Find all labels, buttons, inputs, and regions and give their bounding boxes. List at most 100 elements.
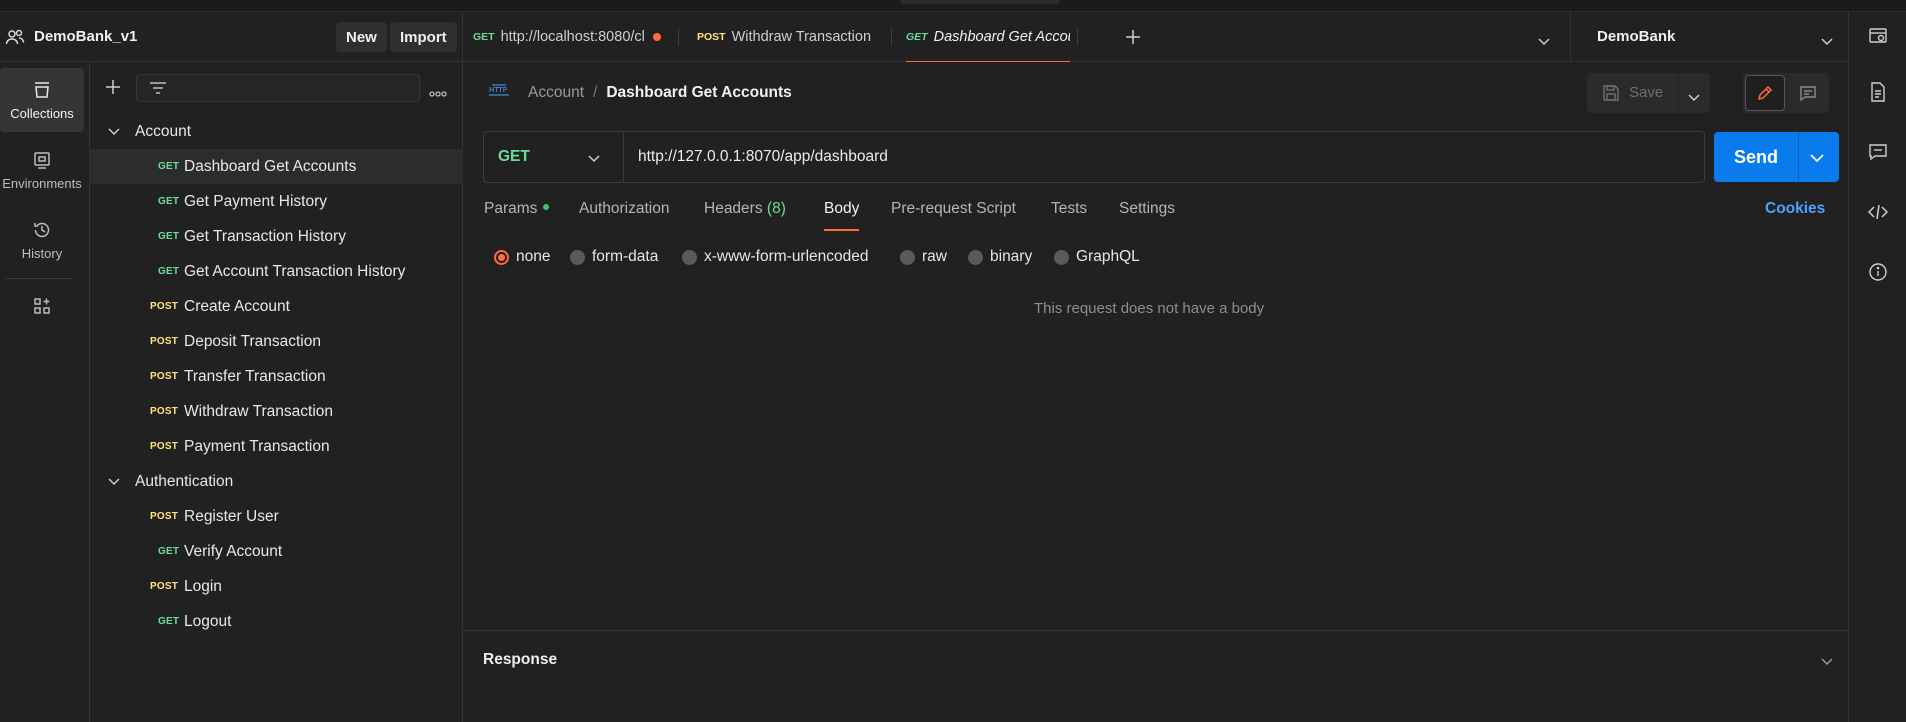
request-label: Get Payment History [184, 192, 327, 210]
add-collection-icon[interactable] [104, 78, 122, 100]
breadcrumb-parent[interactable]: Account [528, 84, 584, 102]
radio [570, 249, 585, 265]
tab-settings[interactable]: Settings [1119, 200, 1175, 224]
rail-configure[interactable] [0, 284, 84, 334]
response-title[interactable]: Response [483, 651, 557, 669]
url-input[interactable]: http://127.0.0.1:8070/app/dashboard [638, 132, 888, 182]
tab-body[interactable]: Body [824, 200, 860, 231]
method-badge: GET [906, 31, 928, 43]
team-icon [4, 26, 26, 48]
environment-quick-look-icon[interactable] [1866, 24, 1890, 48]
tabs-overflow-chevron-icon[interactable] [1538, 33, 1550, 50]
method-badge: POST [150, 371, 179, 382]
folder-authentication[interactable]: Authentication [90, 464, 463, 499]
response-panel: Response [463, 630, 1848, 722]
request-item[interactable]: POST Withdraw Transaction [90, 394, 463, 429]
request-item[interactable]: POST Login [90, 569, 463, 604]
method-select[interactable]: GET [498, 132, 530, 182]
method-badge: POST [150, 406, 179, 417]
save-icon [1602, 84, 1620, 106]
environment-selector[interactable]: DemoBank [1570, 12, 1848, 62]
save-options-chevron-icon[interactable] [1688, 89, 1700, 106]
request-title[interactable]: Dashboard Get Accounts [606, 84, 791, 102]
request-item[interactable]: POST Deposit Transaction [90, 324, 463, 359]
method-badge: GET [158, 616, 180, 627]
window-top-strip [0, 0, 1906, 12]
request-tabs: GET http://localhost:8080/cl POST Withdr… [463, 12, 1570, 62]
edit-mode-button[interactable] [1745, 75, 1785, 111]
body-type-urlencoded[interactable]: x-www-form-urlencoded [682, 246, 869, 268]
send-options-chevron-icon[interactable] [1810, 150, 1824, 167]
info-icon[interactable] [1866, 260, 1890, 284]
history-icon [34, 222, 50, 237]
request-item[interactable]: POST Transfer Transaction [90, 359, 463, 394]
tab-localhost[interactable]: GET http://localhost:8080/cl [473, 12, 661, 62]
request-item[interactable]: GET Get Transaction History [90, 219, 463, 254]
url-bar: GET http://127.0.0.1:8070/app/dashboard [483, 131, 1705, 183]
body-type-form-data[interactable]: form-data [570, 246, 658, 268]
tab-authorization[interactable]: Authorization [579, 200, 669, 224]
cookies-link[interactable]: Cookies [1765, 200, 1825, 218]
request-item[interactable]: GET Dashboard Get Accounts [90, 149, 463, 184]
tab-label: Dashboard Get Accounts [933, 29, 1070, 45]
chevron-down-icon[interactable] [588, 150, 600, 167]
comment-mode-button[interactable] [1789, 75, 1827, 111]
request-item[interactable]: POST Payment Transaction [90, 429, 463, 464]
save-button[interactable]: Save [1629, 84, 1663, 101]
body-type-binary[interactable]: binary [968, 246, 1032, 268]
rail-collections[interactable]: Collections [0, 68, 84, 132]
chevron-down-icon[interactable] [1821, 653, 1833, 670]
method-badge: POST [150, 301, 179, 312]
request-item[interactable]: POST Register User [90, 499, 463, 534]
breadcrumb: HTTP Account / Dashboard Get Accounts [488, 80, 792, 106]
tab-headers[interactable]: Headers (8) [704, 200, 786, 224]
import-button[interactable]: Import [390, 22, 457, 52]
search-collections-input[interactable] [136, 74, 420, 102]
rail-history[interactable]: History [0, 208, 84, 272]
request-item[interactable]: GET Get Payment History [90, 184, 463, 219]
tab-dashboard-get-accounts[interactable]: GET Dashboard Get Accounts [906, 12, 1070, 62]
code-snippet-icon[interactable] [1866, 200, 1890, 224]
apps-grid-icon [34, 298, 50, 314]
tab-tests[interactable]: Tests [1051, 200, 1087, 224]
request-label: Verify Account [184, 542, 283, 560]
request-label: Login [184, 577, 222, 595]
request-item[interactable]: POST Create Account [90, 289, 463, 324]
new-button[interactable]: New [336, 22, 387, 52]
method-badge: GET [158, 231, 180, 242]
folder-account[interactable]: Account [90, 114, 463, 149]
method-badge: GET [158, 266, 180, 277]
request-label: Logout [184, 612, 232, 630]
method-badge: POST [150, 581, 179, 592]
tab-prerequest-script[interactable]: Pre-request Script [891, 200, 1016, 224]
folder-label: Authentication [135, 472, 234, 490]
request-label: Dashboard Get Accounts [184, 157, 357, 175]
more-options-icon[interactable] [429, 84, 447, 101]
request-label: Get Account Transaction History [184, 262, 406, 280]
tab-params[interactable]: Params [484, 200, 550, 224]
tab-withdraw-transaction[interactable]: POST Withdraw Transaction [697, 12, 871, 62]
request-item[interactable]: GET Verify Account [90, 534, 463, 569]
pencil-icon [1757, 85, 1773, 101]
tab-body-label: Body [824, 200, 860, 217]
body-type-graphql[interactable]: GraphQL [1054, 246, 1140, 268]
request-label: Create Account [184, 297, 290, 315]
request-item[interactable]: GET Logout [90, 604, 463, 639]
workspace-name[interactable]: DemoBank_v1 [34, 28, 137, 45]
radio-label: GraphQL [1076, 248, 1140, 265]
method-badge: GET [158, 161, 180, 172]
radio [900, 249, 915, 265]
chevron-down-icon[interactable] [108, 123, 120, 141]
request-item[interactable]: GET Get Account Transaction History [90, 254, 463, 289]
right-rail [1848, 12, 1906, 722]
body-type-none[interactable]: none [494, 246, 550, 268]
filter-icon[interactable] [149, 81, 167, 99]
chevron-down-icon[interactable] [108, 473, 120, 491]
rail-collections-label: Collections [10, 105, 74, 121]
rail-environments[interactable]: Environments [0, 138, 84, 202]
body-type-raw[interactable]: raw [900, 246, 947, 268]
documentation-icon[interactable] [1866, 80, 1890, 104]
comments-icon[interactable] [1866, 140, 1890, 164]
send-button[interactable]: Send [1714, 132, 1798, 182]
new-tab-icon[interactable] [1125, 29, 1141, 49]
